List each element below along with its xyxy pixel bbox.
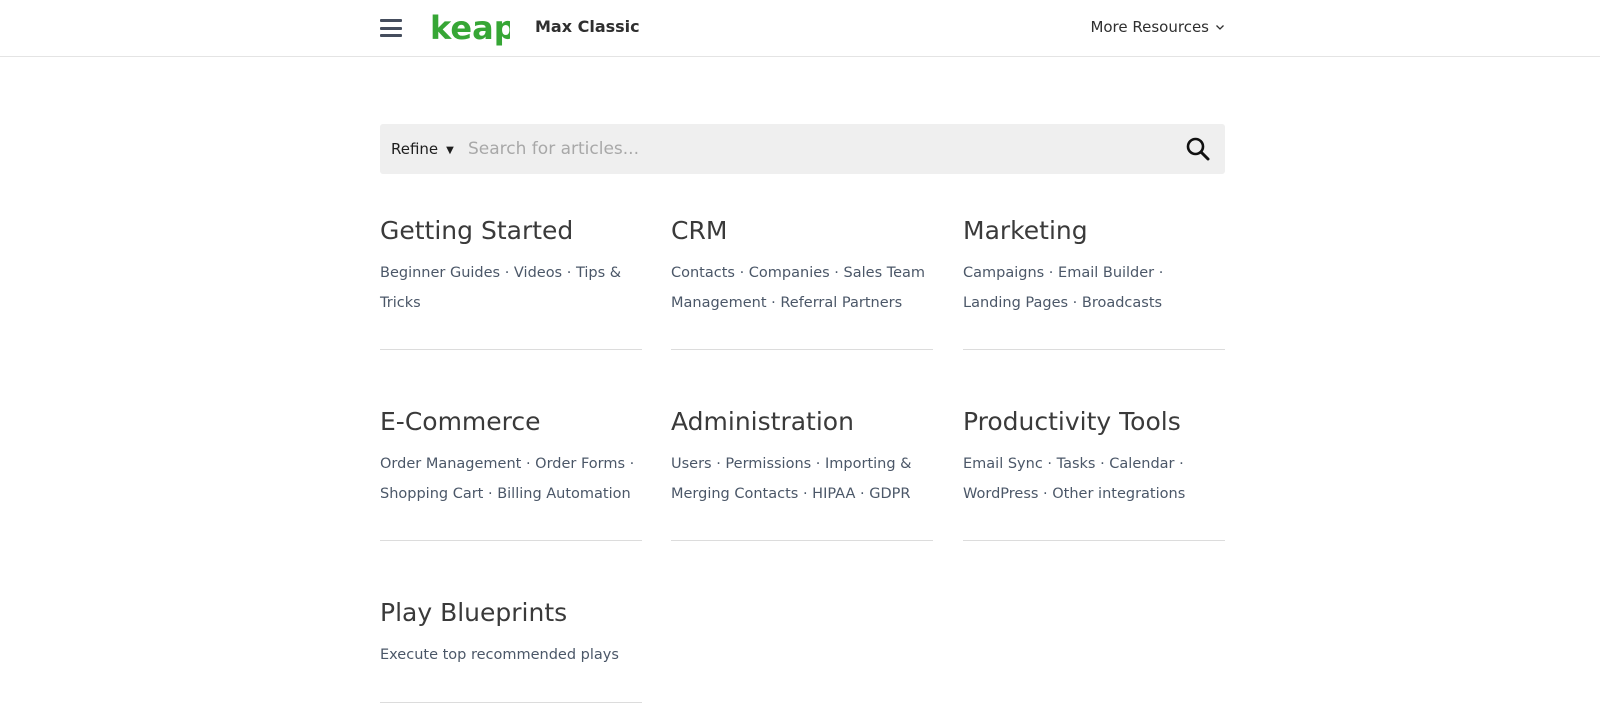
category-card-marketing[interactable]: Marketing Campaigns · Email Builder · La… (963, 212, 1225, 350)
category-card-productivity-tools[interactable]: Productivity Tools Email Sync · Tasks · … (963, 403, 1225, 541)
category-description: Email Sync · Tasks · Calendar · WordPres… (963, 456, 1186, 502)
category-title[interactable]: CRM (671, 212, 933, 250)
category-card-crm[interactable]: CRM Contacts · Companies · Sales Team Ma… (671, 212, 933, 350)
caret-down-icon: ▼ (446, 145, 454, 156)
category-card-getting-started[interactable]: Getting Started Beginner Guides · Videos… (380, 212, 642, 350)
divider (380, 349, 642, 350)
category-title[interactable]: Play Blueprints (380, 594, 642, 632)
category-card-administration[interactable]: Administration Users · Permissions · Imp… (671, 403, 933, 541)
category-card-play-blueprints[interactable]: Play Blueprints Execute top recommended … (380, 594, 642, 703)
divider (963, 540, 1225, 541)
divider (963, 349, 1225, 350)
search-bar: Refine ▼ (380, 124, 1225, 174)
search-input[interactable] (460, 132, 1166, 166)
keap-logo[interactable]: keap (430, 12, 510, 48)
divider (671, 540, 933, 541)
more-resources-dropdown[interactable]: More Resources (1090, 18, 1225, 36)
category-description: Users · Permissions · Importing & Mergin… (671, 456, 912, 502)
chevron-down-icon (1216, 25, 1224, 30)
category-card-e-commerce[interactable]: E-Commerce Order Management · Order Form… (380, 403, 642, 541)
more-resources-label: More Resources (1090, 18, 1209, 36)
hamburger-menu-icon[interactable] (380, 19, 402, 37)
divider (380, 540, 642, 541)
refine-dropdown[interactable]: Refine ▼ (391, 140, 454, 158)
category-description: Execute top recommended plays (380, 647, 619, 663)
refine-label: Refine (391, 140, 439, 158)
svg-text:keap: keap (430, 12, 510, 47)
category-description: Campaigns · Email Builder · Landing Page… (963, 265, 1164, 311)
divider (380, 702, 642, 703)
category-title[interactable]: E-Commerce (380, 403, 642, 441)
category-title[interactable]: Administration (671, 403, 933, 441)
category-description: Contacts · Companies · Sales Team Manage… (671, 265, 926, 311)
search-icon[interactable] (1185, 136, 1211, 162)
top-navigation-bar: keap Max Classic More Resources (0, 0, 1600, 57)
category-title[interactable]: Getting Started (380, 212, 642, 250)
category-description: Beginner Guides · Videos · Tips & Tricks (380, 265, 622, 311)
divider (671, 349, 933, 350)
product-name: Max Classic (535, 17, 640, 36)
category-title[interactable]: Productivity Tools (963, 403, 1225, 441)
category-description: Order Management · Order Forms · Shoppin… (380, 456, 635, 502)
category-title[interactable]: Marketing (963, 212, 1225, 250)
